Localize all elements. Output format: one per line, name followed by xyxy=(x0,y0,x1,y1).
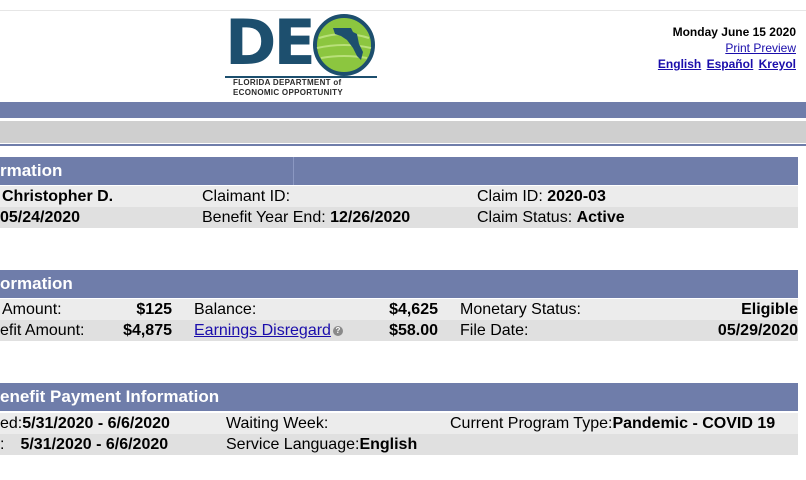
max-benefit-label: efit Amount: xyxy=(0,322,85,339)
claim-status-label: Claim Status: xyxy=(477,209,573,226)
claimant-row-1: Christopher D. Claimant ID: Claim ID: 20… xyxy=(0,186,798,207)
benefit-year-end-label: Benefit Year End: xyxy=(202,209,326,226)
monetary-status-value: Eligible xyxy=(741,301,798,318)
sub-nav-bar xyxy=(0,121,806,143)
florida-globe-icon xyxy=(313,14,375,76)
service-language-label: Service Language: xyxy=(226,436,360,453)
program-type-value: Pandemic - COVID 19 xyxy=(612,415,776,432)
benefit-year-end-value: 12/26/2020 xyxy=(330,209,411,226)
claim-status-value: Active xyxy=(576,209,625,226)
claimant-name: Christopher D. xyxy=(2,188,114,205)
print-preview-link[interactable]: Print Preview xyxy=(725,41,796,55)
monetary-status-label: Monetary Status: xyxy=(460,301,581,318)
program-type-label: Current Program Type: xyxy=(450,415,613,432)
payment-row-2: :5/31/2020 - 6/6/2020 Service Language:E… xyxy=(0,434,798,455)
lang-kreyol-link[interactable]: Kreyol xyxy=(759,57,796,71)
balance-value: $4,625 xyxy=(389,301,438,318)
help-question-icon[interactable]: ? xyxy=(332,326,343,336)
lang-english-link[interactable]: English xyxy=(658,57,701,71)
earnings-disregard-link[interactable]: Earnings Disregard xyxy=(194,322,331,339)
top-border xyxy=(0,10,806,11)
monetary-info-header: ormation xyxy=(0,270,798,298)
file-date-label: File Date: xyxy=(460,322,529,339)
monetary-row-1: Amount: $125 Balance: $4,625 Monetary St… xyxy=(0,299,798,320)
service-language-value: English xyxy=(359,436,418,453)
claimant-row-2: 05/24/2020 Benefit Year End: 12/26/2020 … xyxy=(0,207,798,228)
language-selector: English Español Kreyol xyxy=(656,56,796,72)
current-date: Monday June 15 2020 xyxy=(672,25,796,39)
payment-row-1: ed:5/31/2020 - 6/6/2020 Waiting Week: Cu… xyxy=(0,413,798,434)
logo-tagline: FLORIDA DEPARTMENT of ECONOMIC OPPORTUNI… xyxy=(233,78,344,97)
header-divider xyxy=(293,157,294,185)
claimant-info-header: rmation xyxy=(0,157,798,185)
waiting-week-label: Waiting Week: xyxy=(226,415,329,432)
header-utilities: Monday June 15 2020 Print Preview Englis… xyxy=(656,24,796,72)
benefit-payment-header: enefit Payment Information xyxy=(0,383,798,411)
logo-letters: DE xyxy=(225,6,316,79)
payment-row1-label: ed: xyxy=(0,415,23,432)
payment-row2-value: 5/31/2020 - 6/6/2020 xyxy=(20,436,169,453)
claim-id-label: Claim ID: xyxy=(477,188,543,205)
claimant-id-label: Claimant ID: xyxy=(202,188,291,205)
effective-date-value: 05/24/2020 xyxy=(0,209,81,226)
divider-line xyxy=(0,144,806,146)
lang-espanol-link[interactable]: Español xyxy=(707,57,754,71)
weekly-amount-label: Amount: xyxy=(2,301,62,318)
deo-logo: DE FLORIDA DEPARTMENT of ECONOMIC OPPORT… xyxy=(225,12,377,100)
weekly-amount-value: $125 xyxy=(136,301,172,318)
monetary-row-2: efit Amount: $4,875 Earnings Disregard? … xyxy=(0,320,798,341)
max-benefit-value: $4,875 xyxy=(123,322,172,339)
nav-bar xyxy=(0,102,806,118)
claim-id-value: 2020-03 xyxy=(547,188,606,205)
payment-row2-label: : xyxy=(0,436,5,453)
payment-row1-value: 5/31/2020 - 6/6/2020 xyxy=(22,415,170,432)
balance-label: Balance: xyxy=(194,301,257,318)
file-date-value: 05/29/2020 xyxy=(717,322,798,339)
earnings-disregard-value: $58.00 xyxy=(389,322,438,339)
